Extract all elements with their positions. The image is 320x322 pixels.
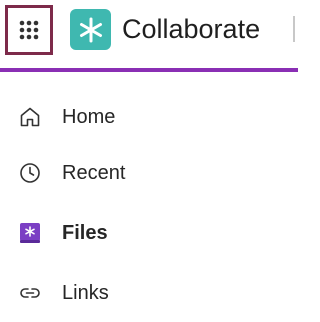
sidebar-item-files[interactable]: Files (0, 208, 298, 258)
sidebar-item-home[interactable]: Home (0, 92, 298, 142)
sidebar-item-label: Recent (62, 161, 126, 184)
app-title: Collaborate (122, 14, 261, 44)
sidebar-item-label: Files (62, 221, 108, 244)
top-bar: Collaborate (0, 0, 298, 68)
sidebar-item-label: Home (62, 105, 116, 128)
app-launcher-button[interactable] (5, 5, 53, 55)
title-divider (293, 16, 295, 42)
accent-bar (0, 68, 298, 72)
sidebar-item-links[interactable]: Links (0, 268, 298, 318)
clock-icon (18, 161, 42, 185)
grid-dots-icon (19, 20, 39, 40)
link-icon (18, 281, 42, 305)
files-icon (18, 221, 42, 245)
sidebar-item-recent[interactable]: Recent (0, 148, 298, 198)
app-window: Collaborate Home Recent Files Links (0, 0, 298, 322)
asterisk-logo-icon (79, 17, 102, 42)
app-logo[interactable] (70, 9, 111, 50)
sidebar-item-label: Links (62, 281, 109, 304)
home-icon (18, 105, 42, 129)
